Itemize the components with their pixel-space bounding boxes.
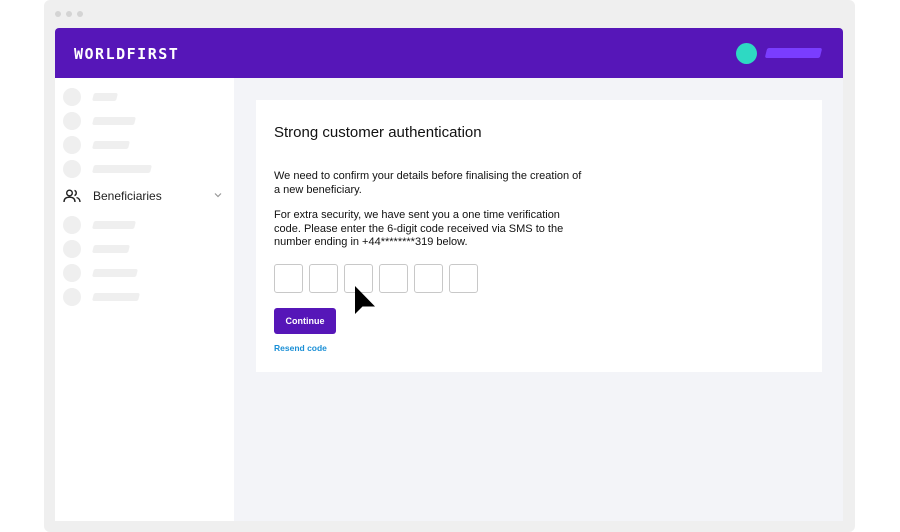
placeholder-icon [63,264,81,282]
confirm-details-text: We need to confirm your details before f… [274,170,582,196]
placeholder-icon [63,288,81,306]
continue-button[interactable]: Continue [274,308,336,334]
worldfirst-logo[interactable]: WORLDFIRST [74,45,179,63]
sidebar-item-placeholder[interactable] [63,239,130,259]
mouse-pointer-icon [355,286,375,314]
placeholder-icon [63,112,81,130]
sidebar: Beneficiaries [55,78,234,521]
browser-window: WORLDFIRST Beneficiaries Strong customer… [44,0,855,532]
resend-code-link[interactable]: Resend code [274,343,327,353]
sidebar-item-placeholder[interactable] [63,263,138,283]
sidebar-item-beneficiaries[interactable]: Beneficiaries [63,186,223,206]
placeholder-icon [63,136,81,154]
window-dot [66,11,72,17]
placeholder-label [92,117,136,125]
placeholder-icon [63,216,81,234]
otp-digit-4[interactable] [379,264,408,293]
user-name-placeholder[interactable] [764,48,823,58]
otp-digit-1[interactable] [274,264,303,293]
authentication-card: Strong customer authentication We need t… [256,100,822,372]
top-navigation-bar: WORLDFIRST [55,28,843,78]
placeholder-icon [63,88,81,106]
placeholder-label [92,165,152,173]
page-title: Strong customer authentication [274,124,482,141]
placeholder-label [92,293,140,301]
sidebar-item-label: Beneficiaries [93,189,162,203]
placeholder-icon [63,160,81,178]
otp-digit-2[interactable] [309,264,338,293]
verification-instructions-text: For extra security, we have sent you a o… [274,209,564,248]
sidebar-item-placeholder[interactable] [63,87,118,107]
otp-digit-5[interactable] [414,264,443,293]
placeholder-label [92,141,130,149]
chevron-down-icon[interactable] [213,190,223,200]
placeholder-label [92,93,118,101]
sidebar-item-placeholder[interactable] [63,287,140,307]
placeholder-label [92,221,136,229]
window-dot [55,11,61,17]
placeholder-icon [63,240,81,258]
people-icon [63,189,81,203]
placeholder-label [92,245,130,253]
window-controls [55,11,83,17]
sidebar-item-placeholder[interactable] [63,215,136,235]
window-dot [77,11,83,17]
sidebar-item-placeholder[interactable] [63,159,152,179]
app-frame: WORLDFIRST Beneficiaries Strong customer… [55,28,843,521]
placeholder-label [92,269,138,277]
sidebar-item-placeholder[interactable] [63,135,130,155]
user-avatar[interactable] [736,43,757,64]
otp-digit-6[interactable] [449,264,478,293]
sidebar-item-placeholder[interactable] [63,111,136,131]
